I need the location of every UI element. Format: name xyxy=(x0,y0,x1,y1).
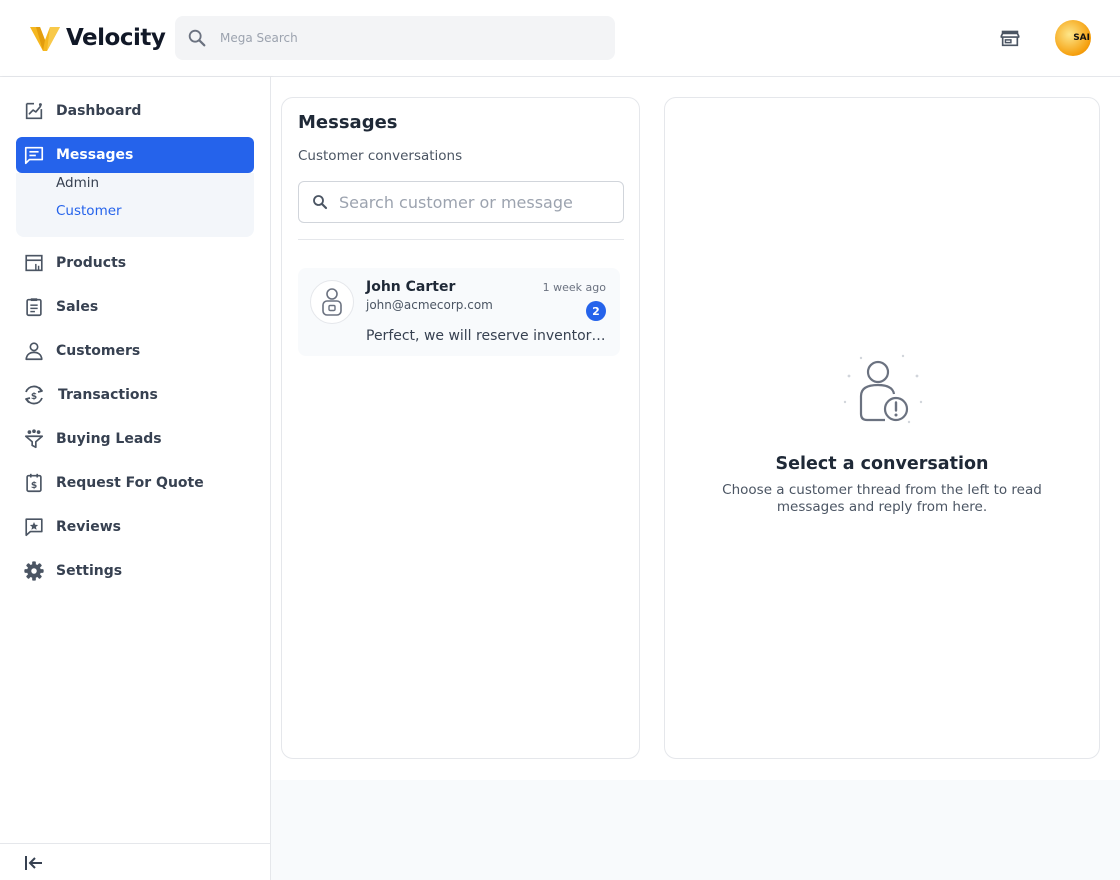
currency-exchange-icon: $ xyxy=(22,383,46,407)
sidebar-item-label: Sales xyxy=(56,299,99,315)
user-alert-illustration-icon xyxy=(843,354,923,424)
conversation-name: John Carter xyxy=(366,279,456,295)
sidebar-item-request-for-quote[interactable]: $ Request For Quote xyxy=(16,465,254,501)
search-icon xyxy=(188,29,206,47)
sidebar-item-products[interactable]: Products xyxy=(16,245,254,281)
sidebar-footer xyxy=(0,843,270,880)
sidebar-item-settings[interactable]: Settings xyxy=(16,553,254,589)
storefront-button[interactable] xyxy=(996,24,1024,52)
sidebar-item-label: Settings xyxy=(56,563,123,579)
divider xyxy=(298,239,624,240)
chart-line-icon xyxy=(22,99,46,123)
user-placeholder-icon xyxy=(322,288,342,316)
clipboard-list-icon xyxy=(22,295,46,319)
brand-logo[interactable]: Velocity xyxy=(28,22,166,54)
sidebar-item-buying-leads[interactable]: Buying Leads xyxy=(16,421,254,457)
conversation-avatar xyxy=(310,280,354,324)
conversation-search-box xyxy=(298,181,624,223)
submenu-item-admin[interactable]: Admin xyxy=(56,175,99,191)
sidebar-item-sales[interactable]: Sales xyxy=(16,289,254,325)
main-footer-area xyxy=(271,780,1120,880)
page-title: Messages xyxy=(298,112,398,133)
conversation-time: 1 week ago xyxy=(542,281,606,294)
empty-state-description: Choose a customer thread from the left t… xyxy=(722,482,1042,515)
svg-text:$: $ xyxy=(31,392,37,402)
page-subtitle: Customer conversations xyxy=(298,148,463,164)
conversation-item[interactable]: John Carter john@acmecorp.com 1 week ago… xyxy=(298,268,620,356)
review-star-icon xyxy=(22,515,46,539)
conversation-email: john@acmecorp.com xyxy=(366,298,493,312)
empty-state-title: Select a conversation xyxy=(775,454,989,474)
gear-icon xyxy=(22,559,46,583)
brand-name: Velocity xyxy=(66,25,166,51)
sidebar-item-messages[interactable]: Messages xyxy=(16,137,254,173)
sidebar-item-transactions[interactable]: $ Transactions xyxy=(16,377,254,413)
conversation-detail-panel: Select a conversation Choose a customer … xyxy=(664,97,1100,759)
sidebar-item-reviews[interactable]: Reviews xyxy=(16,509,254,545)
sidebar-item-label: Transactions xyxy=(58,387,158,403)
person-icon xyxy=(22,339,46,363)
search-icon xyxy=(313,195,328,210)
store-icon xyxy=(22,251,46,275)
sidebar-item-dashboard[interactable]: Dashboard xyxy=(16,93,254,129)
mega-search-input[interactable] xyxy=(220,16,600,60)
sidebar-item-customers[interactable]: Customers xyxy=(16,333,254,369)
quote-request-icon: $ xyxy=(22,471,46,495)
sidebar-item-label: Request For Quote xyxy=(56,475,204,491)
top-header: Velocity SAI xyxy=(0,0,1120,77)
messages-submenu: Admin Customer xyxy=(16,173,254,237)
conversation-preview: Perfect, we will reserve inventory for y… xyxy=(366,328,608,344)
sidebar: Dashboard Messages Admin Customer Produc… xyxy=(0,77,271,880)
avatar-text: SAI xyxy=(1073,33,1090,43)
messages-list-panel: Messages Customer conversations John Car… xyxy=(281,97,640,759)
svg-text:$: $ xyxy=(31,480,37,491)
storefront-icon xyxy=(1000,30,1020,47)
sidebar-item-label: Buying Leads xyxy=(56,431,162,447)
user-avatar[interactable]: SAI xyxy=(1055,20,1091,56)
message-icon xyxy=(22,143,46,167)
funnel-icon xyxy=(22,427,46,451)
sidebar-item-label: Reviews xyxy=(56,519,121,535)
sidebar-item-label: Customers xyxy=(56,343,141,359)
conversation-search-input[interactable] xyxy=(339,182,619,222)
mega-search-box xyxy=(175,16,615,60)
sidebar-item-label: Dashboard xyxy=(56,103,142,119)
collapse-sidebar-button[interactable] xyxy=(22,852,46,874)
sidebar-item-label: Products xyxy=(56,255,127,271)
velocity-logo-icon xyxy=(30,27,60,51)
unread-badge: 2 xyxy=(586,301,606,321)
submenu-item-customer[interactable]: Customer xyxy=(56,203,122,219)
collapse-left-icon xyxy=(25,856,42,870)
sidebar-item-label: Messages xyxy=(56,147,134,163)
